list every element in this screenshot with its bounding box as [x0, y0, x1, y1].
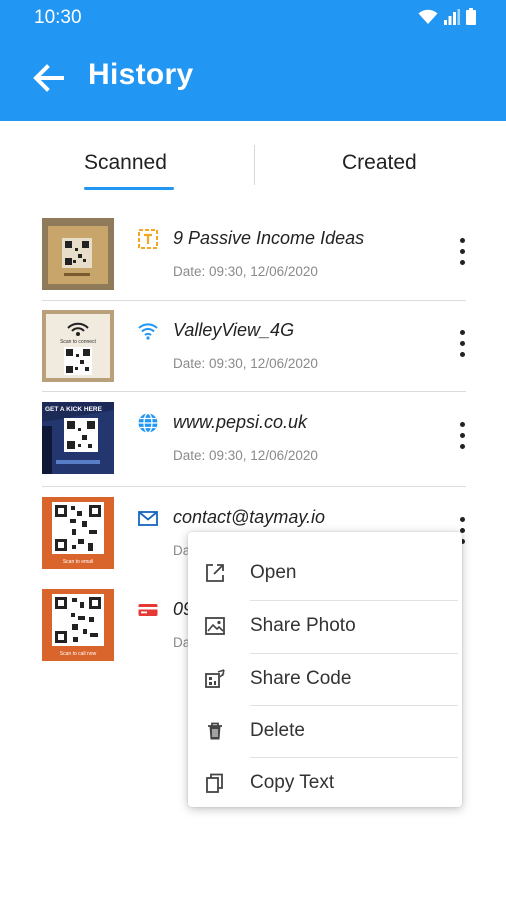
thumbnail-image [42, 218, 114, 290]
thumb-text: Scan to call now [60, 651, 97, 657]
item-title: www.pepsi.co.uk [173, 412, 308, 432]
row-divider [42, 300, 466, 301]
menu-item-label: Share Photo [250, 615, 356, 636]
copy-icon [204, 772, 226, 794]
back-button[interactable] [28, 58, 68, 98]
list-item[interactable]: Scan to connect ValleyView_4G Date: 09:3… [42, 310, 466, 402]
cell-signal-icon [444, 9, 460, 25]
menu-item-open[interactable]: Open [188, 548, 462, 600]
status-time: 10:30 [34, 7, 82, 28]
image-icon [204, 615, 226, 637]
thumb-text: Scan to connect [60, 339, 96, 345]
tab-bar: Scanned Created [0, 121, 506, 199]
item-title: contact@taymay.io [173, 507, 325, 527]
tab-divider [254, 145, 255, 185]
item-date: Date: 09:30, 12/06/2020 [173, 356, 318, 371]
tab-created[interactable]: Created [342, 151, 417, 175]
list-item[interactable]: GET A KICK HERE www.pepsi.co.uk Date: 09… [42, 402, 466, 494]
thumb-text: GET A KICK HERE [45, 406, 103, 413]
tab-indicator [84, 187, 174, 190]
battery-icon [466, 8, 476, 25]
arrow-back-icon [33, 64, 64, 92]
menu-item-label: Open [250, 562, 297, 583]
email-icon [137, 507, 159, 529]
menu-item-label: Share Code [250, 668, 352, 689]
share-code-icon [204, 668, 226, 690]
menu-item-copy-text[interactable]: Copy Text [188, 758, 462, 810]
item-date: Date: 09:30, 12/06/2020 [173, 448, 318, 463]
status-icons [418, 8, 476, 25]
list-item[interactable]: 9 Passive Income Ideas Date: 09:30, 12/0… [42, 218, 466, 310]
menu-item-delete[interactable]: Delete [188, 706, 462, 758]
menu-item-label: Delete [250, 720, 305, 741]
page-title: History [88, 58, 194, 91]
tab-scanned[interactable]: Scanned [84, 151, 167, 175]
more-options-button[interactable] [452, 422, 472, 456]
item-title: ValleyView_4G [173, 320, 295, 340]
web-icon [137, 412, 159, 434]
thumbnail-image: Scan to connect [42, 310, 114, 382]
more-options-button[interactable] [452, 330, 472, 364]
wifi-icon [137, 320, 159, 342]
item-date: Date: 09:30, 12/06/2020 [173, 264, 318, 279]
more-options-button[interactable] [452, 238, 472, 272]
status-bar: 10:30 [0, 0, 506, 34]
thumbnail-image: GET A KICK HERE [42, 402, 114, 474]
open-external-icon [204, 562, 226, 584]
row-divider [42, 486, 466, 487]
item-title: 9 Passive Income Ideas [173, 228, 365, 248]
text-icon [137, 228, 159, 250]
card-icon [137, 599, 159, 621]
row-divider [42, 391, 466, 392]
trash-icon [204, 720, 226, 742]
context-menu: Open Share Photo Share Code Delete Copy … [188, 532, 462, 807]
wifi-signal-icon [418, 9, 438, 24]
thumbnail-image: Scan to call now [42, 589, 114, 661]
thumb-text: Scan to email [63, 559, 93, 565]
menu-item-share-code[interactable]: Share Code [188, 654, 462, 706]
thumbnail-image: Scan to email [42, 497, 114, 569]
app-bar: History [0, 34, 506, 121]
menu-item-share-photo[interactable]: Share Photo [188, 601, 462, 653]
menu-item-label: Copy Text [250, 772, 335, 793]
